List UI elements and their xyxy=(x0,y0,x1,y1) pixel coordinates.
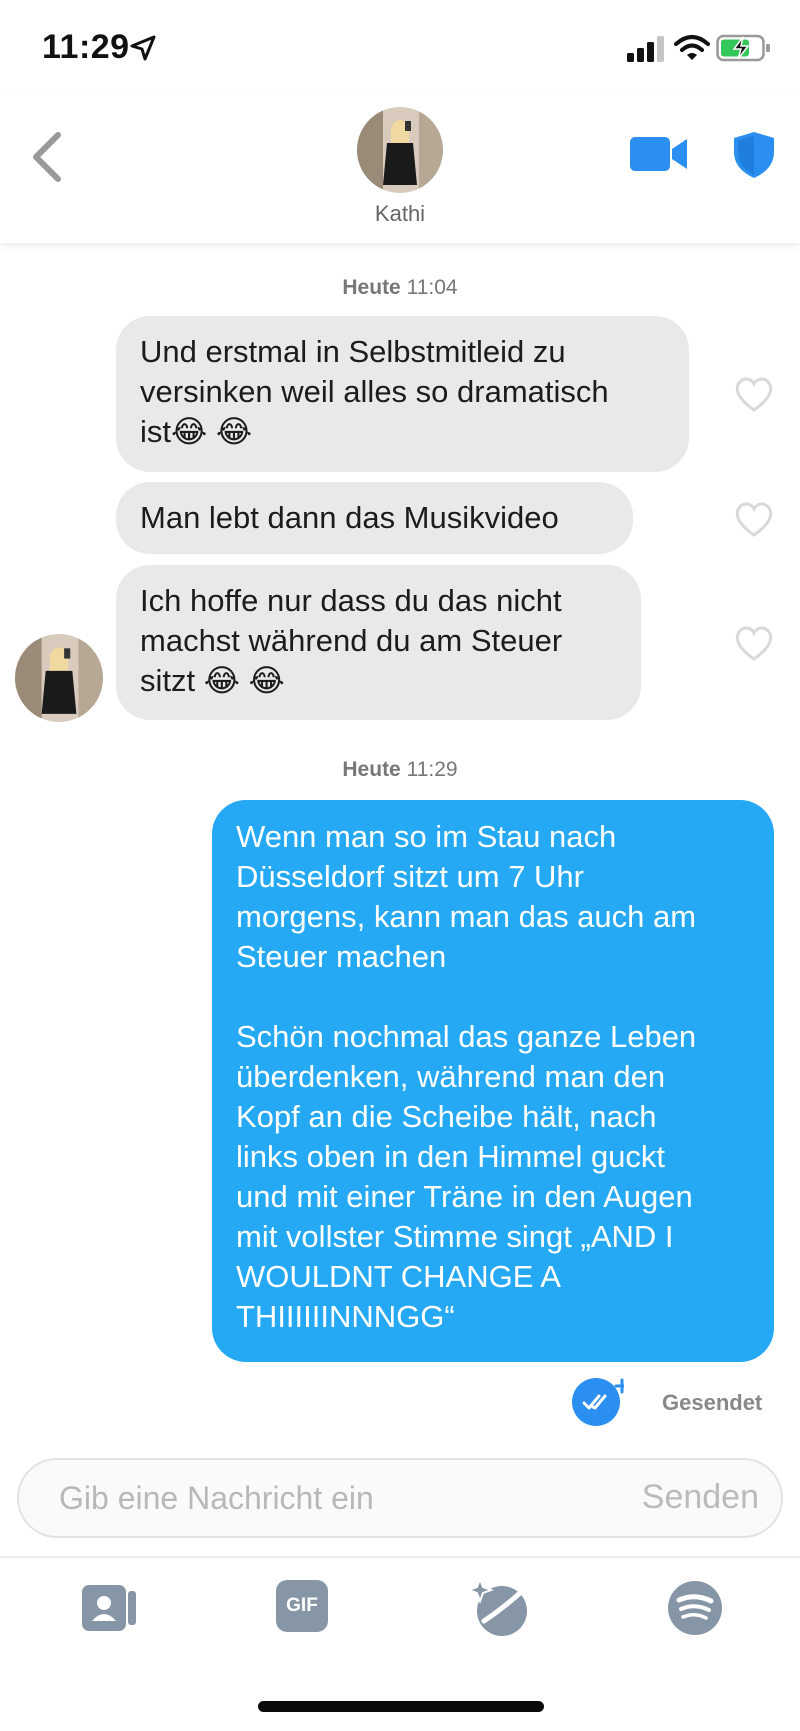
heart-icon[interactable] xyxy=(733,500,775,538)
location-arrow-icon xyxy=(130,35,156,61)
message-input[interactable] xyxy=(59,1460,579,1536)
home-indicator[interactable] xyxy=(258,1701,544,1712)
chat-header: Kathi xyxy=(0,95,800,243)
status-time: 11:29 xyxy=(42,28,130,66)
send-button[interactable]: Senden xyxy=(642,1478,759,1517)
avatar-photo xyxy=(357,107,443,193)
incoming-message-bubble[interactable]: Ich hoffe nur dass du das nicht machst w… xyxy=(116,565,641,720)
avatar-photo xyxy=(15,634,103,722)
shield-icon[interactable] xyxy=(733,131,775,179)
timestamp-day: Heute xyxy=(342,758,401,781)
contact-card-icon[interactable] xyxy=(78,1577,140,1639)
sender-avatar[interactable] xyxy=(15,634,103,722)
incoming-message-bubble[interactable]: Und erstmal in Selbstmitleid zu versinke… xyxy=(116,316,689,472)
timestamp-time: 11:29 xyxy=(406,758,458,781)
contact-avatar[interactable] xyxy=(357,107,443,193)
outgoing-message-bubble[interactable]: Wenn man so im Stau nach Düsseldorf sitz… xyxy=(212,800,774,1362)
status-bar: 11:29 xyxy=(0,0,800,95)
incoming-message-bubble[interactable]: Man lebt dann das Musikvideo xyxy=(116,482,633,554)
sent-status: Gesendet xyxy=(662,1390,763,1415)
back-chevron-icon[interactable] xyxy=(28,129,68,185)
signal-icon xyxy=(627,36,664,62)
wifi-icon xyxy=(674,35,710,60)
heart-icon[interactable] xyxy=(733,375,775,413)
sparkle-badge-icon[interactable] xyxy=(468,1577,530,1639)
contact-name[interactable]: Kathi xyxy=(0,201,800,227)
battery-charging-icon xyxy=(716,34,770,62)
timestamp-time: 11:04 xyxy=(406,276,458,299)
message-composer: Senden xyxy=(17,1458,783,1538)
message-timestamp: Heute 11:04 xyxy=(0,276,800,300)
timestamp-day: Heute xyxy=(342,276,401,299)
heart-icon[interactable] xyxy=(733,624,775,662)
spotify-icon[interactable] xyxy=(664,1577,726,1639)
message-timestamp: Heute 11:29 xyxy=(0,758,800,782)
toolbar-divider xyxy=(0,1556,800,1558)
video-call-icon[interactable] xyxy=(630,135,688,173)
double-check-icon xyxy=(572,1378,624,1426)
gif-icon[interactable]: GIF xyxy=(276,1580,328,1632)
